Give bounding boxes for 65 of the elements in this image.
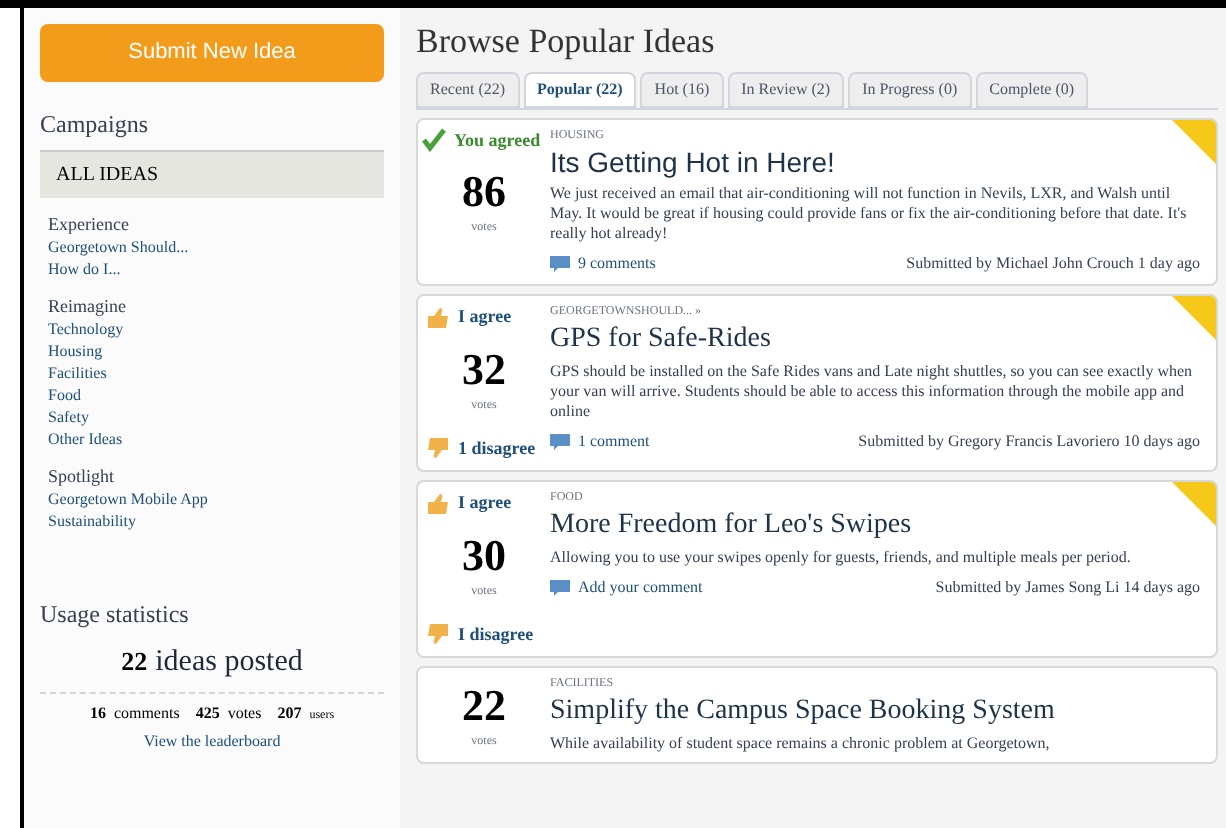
idea-title[interactable]: Its Getting Hot in Here! — [550, 145, 1200, 180]
vote-count: 22 — [462, 684, 506, 728]
filter-tab[interactable]: In Progress (0) — [848, 71, 972, 107]
campaign-link[interactable]: Facilities — [48, 361, 384, 383]
campaign-heading: Experience — [48, 213, 131, 235]
campaign-link[interactable]: Housing — [48, 339, 384, 361]
campaign-link[interactable]: Georgetown Mobile App — [48, 487, 384, 509]
campaign-link[interactable]: Sustainability — [48, 509, 384, 531]
comments-link[interactable]: Add your comment — [578, 575, 703, 599]
idea-description: We just received an email that air-conditioning will not function in Nevils, LXR, and Walsh until May. It would be great if housing could provide fans or fix the air-conditioning before that date. It's really hot already! — [550, 184, 1189, 244]
thumbs-up-icon — [426, 491, 450, 516]
campaign-heading: Spotlight — [48, 465, 117, 487]
comments-link[interactable]: 9 comments — [578, 252, 656, 276]
thumbs-up-icon — [426, 305, 450, 330]
leaderboard-link[interactable]: View the leaderboard — [40, 730, 384, 754]
submitted-by: Submitted by Gregory Francis Lavoriero 10 days ago — [858, 429, 1200, 453]
agree-button[interactable]: I agree — [418, 304, 512, 331]
comments-link[interactable]: 1 comment — [578, 429, 650, 453]
idea-title[interactable]: Simplify the Campus Space Booking System — [550, 694, 1200, 729]
vote-count: 32 — [462, 347, 506, 391]
corner-ribbon — [1172, 296, 1216, 340]
stat-count: 16 — [89, 702, 106, 726]
campaign-heading: Reimagine — [48, 295, 128, 317]
corner-ribbon — [1172, 482, 1216, 526]
ideas-label: ideas posted — [155, 643, 303, 681]
campaign-link[interactable]: How do I... — [48, 257, 384, 279]
disagree-button[interactable]: I disagree — [418, 621, 534, 648]
idea-description: Allowing you to use your swipes openly for guests, friends, and multiple meals per period. — [550, 547, 1133, 567]
campaign-link[interactable]: Other Ideas — [48, 427, 384, 449]
stat-count: 207 — [277, 702, 302, 726]
agreed-label: You agreed — [454, 127, 541, 154]
idea-description: GPS should be installed on the Safe Rides vans and Late night shuttles, so you can see exactly when your van will arrive. Students should be able to access this information through the mobile app and online — [550, 361, 1195, 421]
page-title: Browse Popular Ideas — [416, 20, 717, 64]
filter-tab[interactable]: Recent (22) — [416, 71, 520, 107]
campaign-link[interactable]: Georgetown Should... — [48, 235, 384, 257]
ideas-count: 22 — [121, 643, 148, 679]
idea-title[interactable]: More Freedom for Leo's Swipes — [550, 508, 1200, 543]
disagree-button[interactable]: 1 disagree — [418, 435, 536, 462]
filter-tab[interactable]: In Review (2) — [727, 71, 845, 107]
agree-button[interactable]: I agree — [418, 490, 512, 517]
checkmark-icon — [422, 128, 446, 153]
comment-icon — [550, 579, 570, 595]
submitted-by: Submitted by Michael John Crouch 1 day ago — [906, 252, 1200, 276]
thumbs-down-icon — [426, 622, 450, 647]
campaign-item[interactable]: ALL IDEAS — [40, 149, 384, 197]
stat-label: comments — [113, 702, 180, 726]
idea-description: While availability of student space remains a chronic problem at Georgetown, — [550, 733, 1052, 753]
vote-count: 30 — [462, 533, 506, 577]
filter-tab[interactable]: Popular (22) — [523, 71, 637, 107]
stat-count: 425 — [195, 702, 220, 726]
thumbs-down-icon — [426, 436, 450, 461]
campaign-link[interactable]: Safety — [48, 405, 384, 427]
corner-ribbon — [1172, 119, 1216, 163]
idea-title[interactable]: GPS for Safe-Rides — [550, 322, 1200, 357]
filter-tab[interactable]: Complete (0) — [975, 71, 1089, 107]
stat-label: votes — [227, 702, 262, 726]
section-heading: Campaigns — [40, 107, 150, 141]
vote-count: 86 — [462, 170, 506, 214]
campaign-link[interactable]: Technology — [48, 317, 384, 339]
campaign-link[interactable]: Food — [48, 383, 384, 405]
comment-icon — [550, 433, 570, 449]
filter-tab[interactable]: Hot (16) — [640, 71, 724, 107]
comment-icon — [550, 256, 570, 272]
section-heading: Usage statistics — [40, 597, 191, 631]
submitted-by: Submitted by James Song Li 14 days ago — [935, 575, 1200, 599]
